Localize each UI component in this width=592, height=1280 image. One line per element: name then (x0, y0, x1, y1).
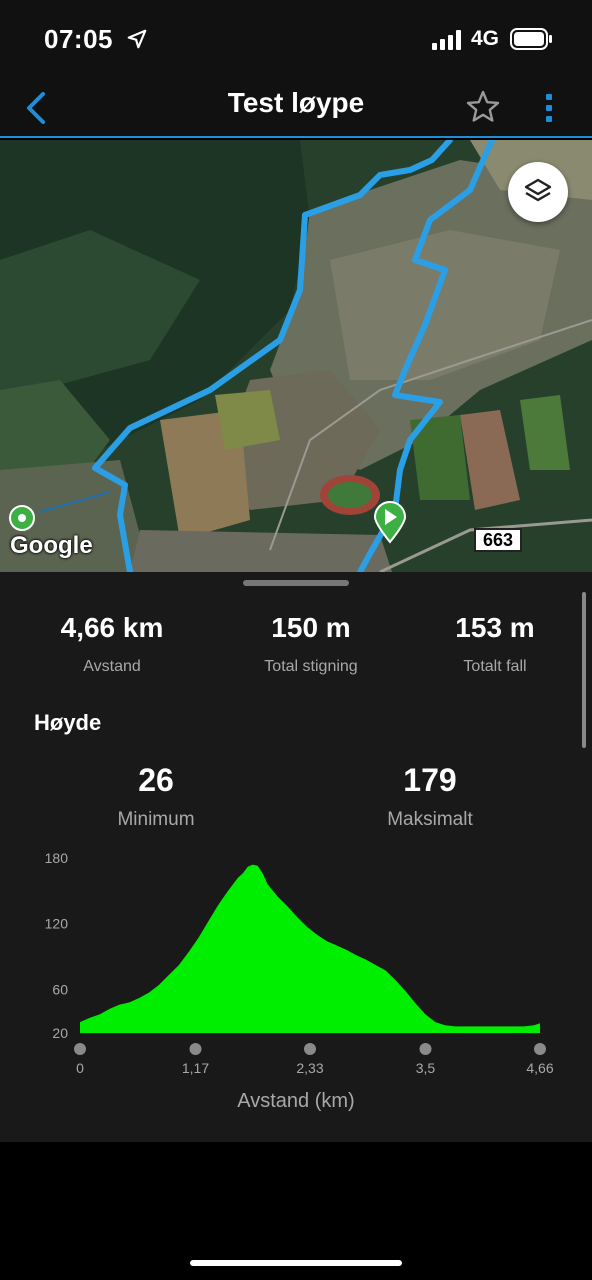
stat-value: 4,66 km (60, 612, 164, 643)
star-icon[interactable] (464, 88, 502, 126)
elevation-min-label: Minimum (117, 809, 195, 830)
elevation-area (80, 864, 540, 1033)
stat-total-ascent: 150 m Total stigning (211, 612, 411, 676)
x-tick-label: 4,66 (526, 1060, 553, 1076)
layers-button[interactable] (508, 162, 568, 222)
stat-value: 153 m (455, 612, 535, 643)
stat-total-descent: 153 m Totalt fall (395, 612, 592, 676)
route-details-panel: 4,66 km Avstand 150 m Total stigning 153… (0, 572, 592, 1142)
x-tick-dot (419, 1043, 432, 1055)
y-tick-label: 180 (45, 850, 69, 866)
network-type: 4G (471, 27, 500, 50)
stat-value: 150 m (271, 612, 351, 643)
home-indicator (190, 1260, 402, 1266)
road-number-label: 663 (474, 528, 522, 552)
layers-icon (524, 178, 552, 202)
stat-distance: 4,66 km Avstand (12, 612, 212, 676)
x-tick-label: 1,17 (182, 1060, 209, 1076)
elevation-max-label: Maksimalt (387, 809, 473, 830)
nav-bar: Test løype (0, 80, 592, 138)
x-tick-dot (74, 1043, 86, 1055)
y-tick-label: 60 (52, 981, 68, 997)
satellite-imagery (0, 140, 592, 572)
status-bar: 07:05 4G (0, 0, 592, 80)
stat-label: Totalt fall (463, 658, 527, 675)
x-tick-label: 2,33 (296, 1060, 323, 1076)
bottom-area (0, 1142, 592, 1280)
elevation-chart: 180 120 60 20 0 1,17 2,33 3,5 4,66 Avstand (km) (45, 850, 554, 1112)
drag-handle[interactable] (243, 580, 349, 586)
elevation-maximum: 179 Maksimalt (330, 762, 530, 831)
elevation-min-value: 26 (138, 762, 174, 798)
more-vertical-icon[interactable] (538, 86, 560, 130)
x-axis-label: Avstand (km) (237, 1090, 354, 1112)
x-tick-dot (534, 1043, 546, 1055)
y-tick-label: 120 (45, 916, 69, 932)
signal-icon (432, 30, 461, 50)
start-marker-icon[interactable] (373, 500, 407, 544)
location-arrow-icon (127, 29, 147, 49)
google-attribution: Google (10, 532, 93, 559)
stat-label: Avstand (83, 658, 141, 675)
page-title: Test løype (227, 87, 365, 118)
y-tick-label: 20 (52, 1025, 68, 1041)
x-tick-dot (189, 1043, 202, 1055)
stat-label: Total stigning (264, 658, 358, 675)
elevation-max-value: 179 (403, 762, 457, 798)
status-time: 07:05 (44, 24, 113, 54)
x-tick-dot (304, 1043, 316, 1055)
battery-icon (510, 28, 552, 50)
x-tick-label: 0 (76, 1060, 84, 1076)
elevation-section-title: Høyde (34, 710, 102, 735)
elevation-minimum: 26 Minimum (56, 762, 256, 831)
map-view[interactable]: Google 663 (0, 140, 592, 572)
x-tick-label: 3,5 (416, 1060, 436, 1076)
